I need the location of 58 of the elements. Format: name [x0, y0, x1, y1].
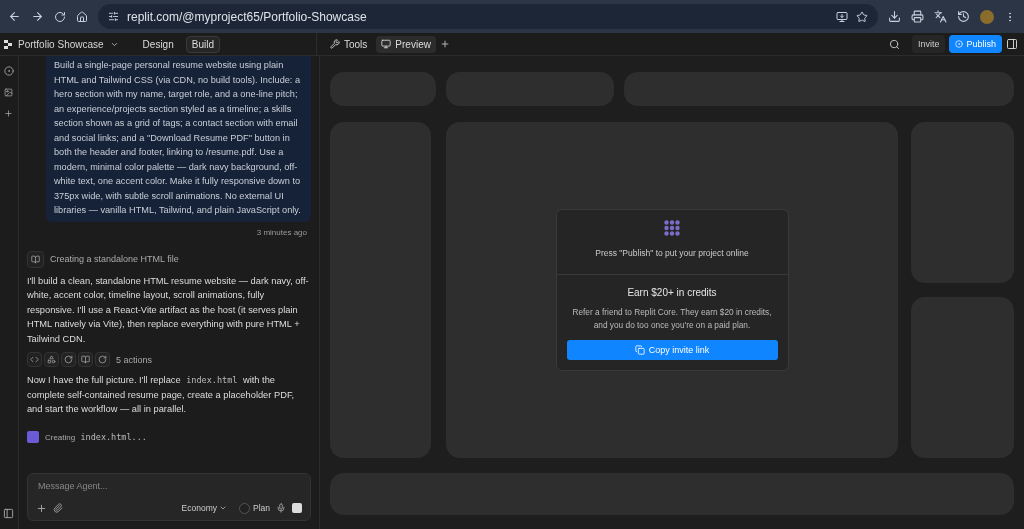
avatar[interactable] [980, 9, 994, 24]
publish-button[interactable]: Publish [949, 35, 1002, 53]
search-icon[interactable] [888, 38, 900, 50]
install-icon[interactable] [836, 10, 848, 23]
reload-icon[interactable] [54, 10, 66, 23]
mode-tab[interactable]: Build [185, 35, 220, 53]
code-action-icon[interactable] [26, 352, 42, 367]
status-text: Creating a standalone HTML file [49, 254, 179, 264]
plan-toggle[interactable]: Plan [239, 502, 270, 514]
mode-tab[interactable]: Design [136, 35, 180, 53]
dots-grid-icon [664, 220, 680, 236]
publish-icon [955, 40, 964, 48]
copy-icon [634, 345, 645, 355]
user-message: Build a single-page personal resume website using plain HTML and Tailwind CSS (via CDN, no build tools). Include: a hero section with my name, target role, and a one-line pitch; an experience/projects section styled as a timeline; a skills section shown as a grid of tags; a contact section with email and social links; and a "Download Resume PDF" button in both the header and footer, linking to /resume.pdf. Use a modern, minimal color palette — dark navy background, off-white text, one accent color. Make it fully responsive down to 375px wide, with subtle scroll animations. No external UI libraries — vanilla HTML, Tailwind, and plain JavaScript only. [45, 56, 311, 222]
site-settings-icon[interactable] [108, 11, 119, 22]
url-text: replit.com/@myproject65/Portfolio-Showcase [127, 9, 368, 24]
image-icon[interactable] [4, 88, 14, 97]
status-icon [26, 250, 44, 268]
panel-tab[interactable]: Preview [376, 35, 436, 53]
stop-button[interactable] [292, 503, 302, 513]
grid-icon [26, 430, 39, 443]
add-icon[interactable] [4, 109, 14, 118]
copy-invite-button[interactable]: Copy invite link [566, 340, 778, 360]
sidebar-toggle-icon[interactable] [3, 508, 15, 519]
publish-hint: Press "Publish" to put your project online [595, 248, 749, 258]
monitor-icon [381, 39, 392, 49]
home-icon[interactable] [76, 10, 88, 23]
add-tab-icon[interactable] [439, 39, 450, 49]
history-icon[interactable] [957, 10, 970, 23]
print-icon[interactable] [911, 10, 924, 23]
agent-icon[interactable] [3, 66, 14, 76]
mode-dropdown[interactable]: Economy [175, 502, 233, 514]
microphone-icon[interactable] [276, 503, 286, 513]
message-box[interactable]: Message Agent... Economy Plan [26, 473, 311, 521]
translate-icon[interactable] [934, 10, 947, 23]
add-icon[interactable] [35, 502, 47, 514]
credits-title: Earn $20+ in credits [627, 287, 717, 298]
forward-icon[interactable] [31, 10, 44, 23]
referral-text: Refer a friend to Replit Core. They earn $20 in credits, and you do too once you're on a paid plan. [571, 306, 773, 332]
back-icon[interactable] [8, 10, 21, 23]
agent-message: Now I have the full picture. I'll replace index.html with the complete self-contained resume page, create a placeholder PDF, and start the workflow — all in parallel. [26, 374, 296, 416]
star-icon[interactable] [856, 10, 868, 23]
panel-toggle-icon[interactable] [1006, 38, 1018, 50]
working-text: Creating index.html... [44, 431, 148, 442]
address-bar[interactable]: replit.com/@myproject65/Portfolio-Showcase [98, 4, 878, 29]
agent-message: I'll build a clean, standalone HTML resume website — dark navy, off-white, accent color, timeline layout, scroll animations, fully responsive. I'll use a React-Vite artifact as the host (it serves plain HTML natively via Vite), then replace everything with pure HTML + Tailwind CDN. [26, 274, 310, 346]
project-name[interactable]: Portfolio Showcase [18, 38, 104, 50]
panel-tab[interactable]: Tools [325, 35, 373, 53]
actions-count[interactable]: 5 actions [115, 354, 152, 365]
download-icon[interactable] [888, 10, 901, 23]
attach-icon[interactable] [52, 503, 63, 513]
logo-icon[interactable] [4, 39, 12, 49]
shapes-action-icon[interactable] [43, 352, 59, 367]
invite-button[interactable]: Invite [911, 35, 946, 53]
wrench-icon [330, 39, 340, 49]
book-action-icon[interactable] [77, 352, 93, 367]
chevron-down-icon [219, 504, 227, 512]
timestamp: 3 minutes ago [256, 227, 307, 237]
